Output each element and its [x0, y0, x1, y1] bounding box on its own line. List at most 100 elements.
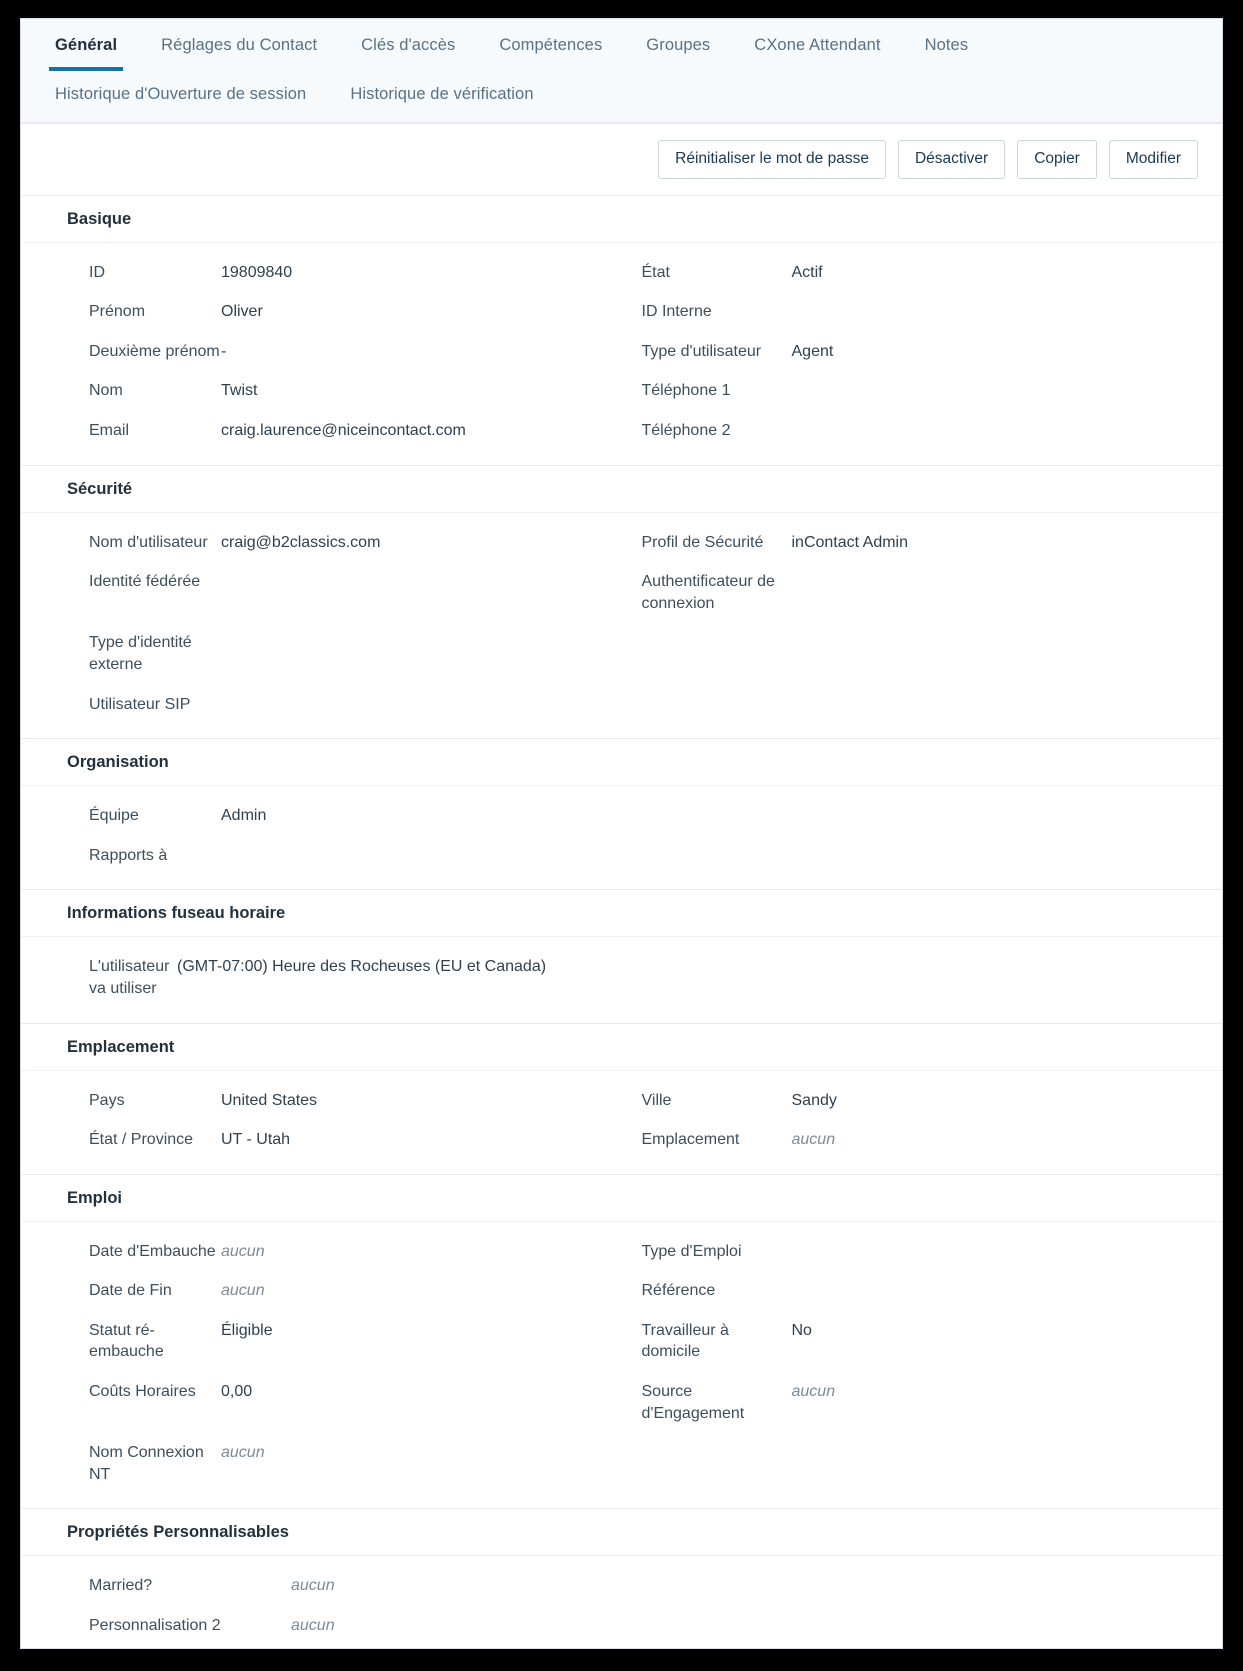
- field-label: Source d'Engagement: [641, 1383, 745, 1422]
- field-row: Type d'identité externe: [45, 623, 1198, 684]
- field-authentificateur-connexion: Authentificateur de connexion: [622, 562, 1199, 623]
- edit-button[interactable]: Modifier: [1108, 140, 1198, 179]
- field-value: aucun: [791, 1383, 836, 1401]
- tab-label: Historique de vérification: [350, 85, 534, 103]
- section-body-emplacement: Pays United States Ville Sandy État / Prov…: [21, 1071, 1222, 1174]
- field-deuxieme-prenom: Deuxième prénom -: [45, 332, 622, 372]
- field-label: Travailleur à domicile: [641, 1321, 729, 1361]
- field-row: Date de Fin aucun Référence: [45, 1271, 1198, 1311]
- field-row: Pays United States Ville Sandy: [45, 1081, 1198, 1121]
- tab-access-keys[interactable]: Clés d'accès: [339, 19, 477, 71]
- field-value: Oliver: [221, 303, 263, 321]
- field-label: ID Interne: [641, 303, 712, 321]
- field-pays: Pays United States: [45, 1081, 622, 1121]
- field-empty: [622, 836, 1199, 876]
- field-date-fin: Date de Fin aucun: [45, 1271, 622, 1311]
- field-label: Nom: [89, 382, 123, 400]
- field-label: Identité fédérée: [89, 573, 201, 591]
- section-title-securite: Sécurité: [21, 464, 1222, 513]
- screen-root: Général Réglages du Contact Clés d'accès…: [0, 0, 1243, 1671]
- field-row: Rapports à: [45, 836, 1198, 876]
- field-row: Deuxième prénom - Type d'utilisateur Agent: [45, 332, 1198, 372]
- field-ville: Ville Sandy: [622, 1081, 1199, 1121]
- tab-login-history[interactable]: Historique d'Ouverture de session: [33, 71, 328, 122]
- field-label: Married?: [89, 1577, 153, 1595]
- field-label: Personnalisation 2: [89, 1617, 221, 1635]
- section-title-organisation: Organisation: [21, 738, 1222, 787]
- field-label: Ville: [641, 1091, 672, 1109]
- field-row: Statut ré-embauche Éligible Travailleur à…: [45, 1311, 1198, 1372]
- field-nom-connexion-nt: Nom Connexion NT aucun: [45, 1433, 622, 1494]
- field-label: Équipe: [89, 807, 139, 825]
- field-statut-re-embauche: Statut ré-embauche Éligible: [45, 1311, 622, 1372]
- field-travailleur-domicile: Travailleur à domicile No: [622, 1311, 1199, 1372]
- field-profil-securite: Profil de Sécurité inContact Admin: [622, 523, 1199, 563]
- reset-password-button[interactable]: Réinitialiser le mot de passe: [658, 140, 886, 179]
- copy-button[interactable]: Copier: [1017, 140, 1097, 179]
- tab-general[interactable]: Général: [33, 19, 139, 71]
- field-reference: Référence: [622, 1271, 1199, 1311]
- field-row: Coûts Horaires 0,00 Source d'Engagement au…: [45, 1372, 1198, 1433]
- tab-notes[interactable]: Notes: [903, 19, 991, 71]
- field-label: Authentificateur de connexion: [641, 573, 775, 612]
- field-label: Type d'utilisateur: [641, 342, 762, 360]
- field-value: Sandy: [791, 1091, 837, 1109]
- field-rapports-a: Rapports à: [45, 836, 622, 876]
- field-value: 0,00: [221, 1383, 253, 1401]
- tab-audit-history[interactable]: Historique de vérification: [328, 71, 555, 122]
- field-label: Nom Connexion NT: [89, 1444, 204, 1483]
- field-value: craig@b2classics.com: [221, 533, 381, 551]
- tab-label: CXone Attendant: [754, 36, 881, 54]
- field-label: Profil de Sécurité: [641, 533, 764, 551]
- field-row: Nom Twist Téléphone 1: [45, 371, 1198, 411]
- field-label: ID: [89, 263, 105, 281]
- field-row: Nom d'utilisateur craig@b2classics.com Pr…: [45, 523, 1198, 563]
- section-body-fuseau-horaire: L'utilisateur va utiliser (GMT-07:00) Heu…: [21, 937, 1222, 1022]
- field-value: aucun: [221, 1242, 265, 1260]
- field-label: Nom d'utilisateur: [89, 533, 208, 551]
- field-label: Référence: [641, 1282, 716, 1300]
- tab-groups[interactable]: Groupes: [624, 19, 732, 71]
- field-value: Éligible: [221, 1321, 273, 1339]
- field-value: aucun: [791, 1131, 836, 1149]
- field-row: Email craig.laurence@niceincontact.com Té…: [45, 411, 1198, 451]
- field-etat: État Actif: [622, 253, 1199, 293]
- field-type-emploi: Type d'Emploi: [622, 1232, 1199, 1272]
- field-label: Utilisateur SIP: [89, 695, 191, 713]
- field-value: -: [221, 342, 227, 360]
- tab-skills[interactable]: Compétences: [477, 19, 624, 71]
- field-row: Équipe Admin: [45, 796, 1198, 836]
- section-title-emplacement: Emplacement: [21, 1022, 1222, 1071]
- tab-contact-settings[interactable]: Réglages du Contact: [139, 19, 339, 71]
- section-body-emploi: Date d'Embauche aucun Type d'Emploi Date …: [21, 1222, 1222, 1509]
- field-row: ID 19809840 État Actif: [45, 253, 1198, 293]
- field-value: Twist: [221, 382, 258, 400]
- field-value: (GMT-07:00) Heure des Rocheuses (EU et C…: [177, 958, 547, 976]
- field-empty: [622, 796, 1199, 836]
- field-telephone-2: Téléphone 2: [622, 411, 1199, 451]
- field-type-identite-externe: Type d'identité externe: [45, 623, 622, 684]
- field-row: Personnalisation 2 aucun: [45, 1606, 1198, 1646]
- tab-row-secondary: Historique d'Ouverture de session Histor…: [33, 71, 1210, 122]
- field-value: 19809840: [221, 263, 293, 281]
- field-value: inContact Admin: [791, 533, 909, 551]
- field-identite-federee: Identité fédérée: [45, 562, 622, 623]
- tab-label: Historique d'Ouverture de session: [55, 85, 307, 103]
- field-row: Nom Connexion NT aucun: [45, 1433, 1198, 1494]
- tab-label: Général: [55, 36, 118, 54]
- field-prenom: Prénom Oliver: [45, 292, 622, 332]
- field-personnalisation-2: Personnalisation 2 aucun: [45, 1606, 622, 1646]
- field-label: Rapports à: [89, 846, 168, 864]
- field-row: L'utilisateur va utiliser (GMT-07:00) Heu…: [45, 947, 1198, 1008]
- tab-label: Réglages du Contact: [161, 36, 318, 54]
- field-married: Married? aucun: [45, 1566, 622, 1606]
- user-detail-page: Général Réglages du Contact Clés d'accès…: [20, 18, 1223, 1649]
- tab-bar: Général Réglages du Contact Clés d'accès…: [21, 19, 1222, 123]
- tab-cxone-attendant[interactable]: CXone Attendant: [732, 19, 902, 71]
- deactivate-button[interactable]: Désactiver: [897, 140, 1006, 179]
- field-row: Personnalisation 3aucun: [45, 1646, 1198, 1648]
- field-row: État / Province UT - Utah Emplacement aucu…: [45, 1120, 1198, 1160]
- field-source-engagement: Source d'Engagement aucun: [622, 1372, 1199, 1433]
- field-couts-horaires: Coûts Horaires 0,00: [45, 1372, 622, 1433]
- field-label: État / Province: [89, 1131, 194, 1149]
